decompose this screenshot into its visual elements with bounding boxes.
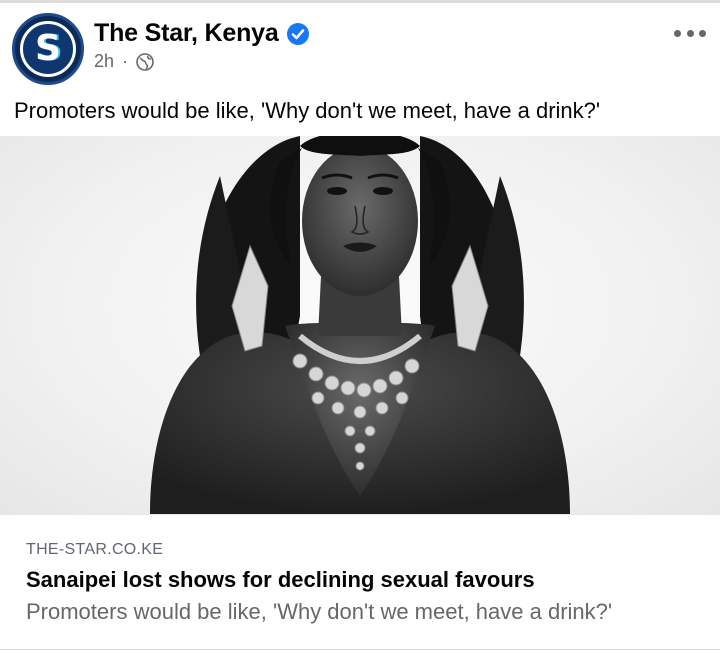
avatar-letter: S bbox=[35, 28, 61, 69]
post-text: Promoters would be like, 'Why don't we m… bbox=[14, 98, 601, 123]
post-header: S The Star, Kenya 2h · bbox=[0, 3, 720, 85]
more-options-icon[interactable] bbox=[674, 23, 706, 43]
link-description: Promoters would be like, 'Why don't we m… bbox=[26, 599, 613, 624]
more-dot bbox=[686, 29, 694, 37]
post-photo[interactable] bbox=[0, 136, 720, 514]
portrait-illustration bbox=[150, 136, 570, 514]
more-dot bbox=[674, 29, 681, 37]
link-preview-card[interactable]: THE-STAR.CO.KE Sanaipei lost shows for d… bbox=[0, 514, 720, 650]
more-dot bbox=[699, 29, 706, 37]
post-meta: 2h · bbox=[94, 51, 154, 72]
verified-badge-icon bbox=[286, 22, 309, 45]
link-title[interactable]: Sanaipei lost shows for declining sexual… bbox=[26, 567, 535, 593]
avatar-logo: S bbox=[20, 21, 76, 77]
link-domain: THE-STAR.CO.KE bbox=[26, 541, 164, 558]
page-name[interactable]: The Star, Kenya bbox=[94, 19, 279, 48]
globe-icon[interactable] bbox=[136, 52, 154, 71]
page-avatar[interactable]: S bbox=[12, 13, 84, 85]
post-timestamp[interactable]: 2h bbox=[94, 51, 114, 72]
meta-separator: · bbox=[122, 51, 129, 71]
page-name-row: The Star, Kenya bbox=[94, 19, 309, 48]
